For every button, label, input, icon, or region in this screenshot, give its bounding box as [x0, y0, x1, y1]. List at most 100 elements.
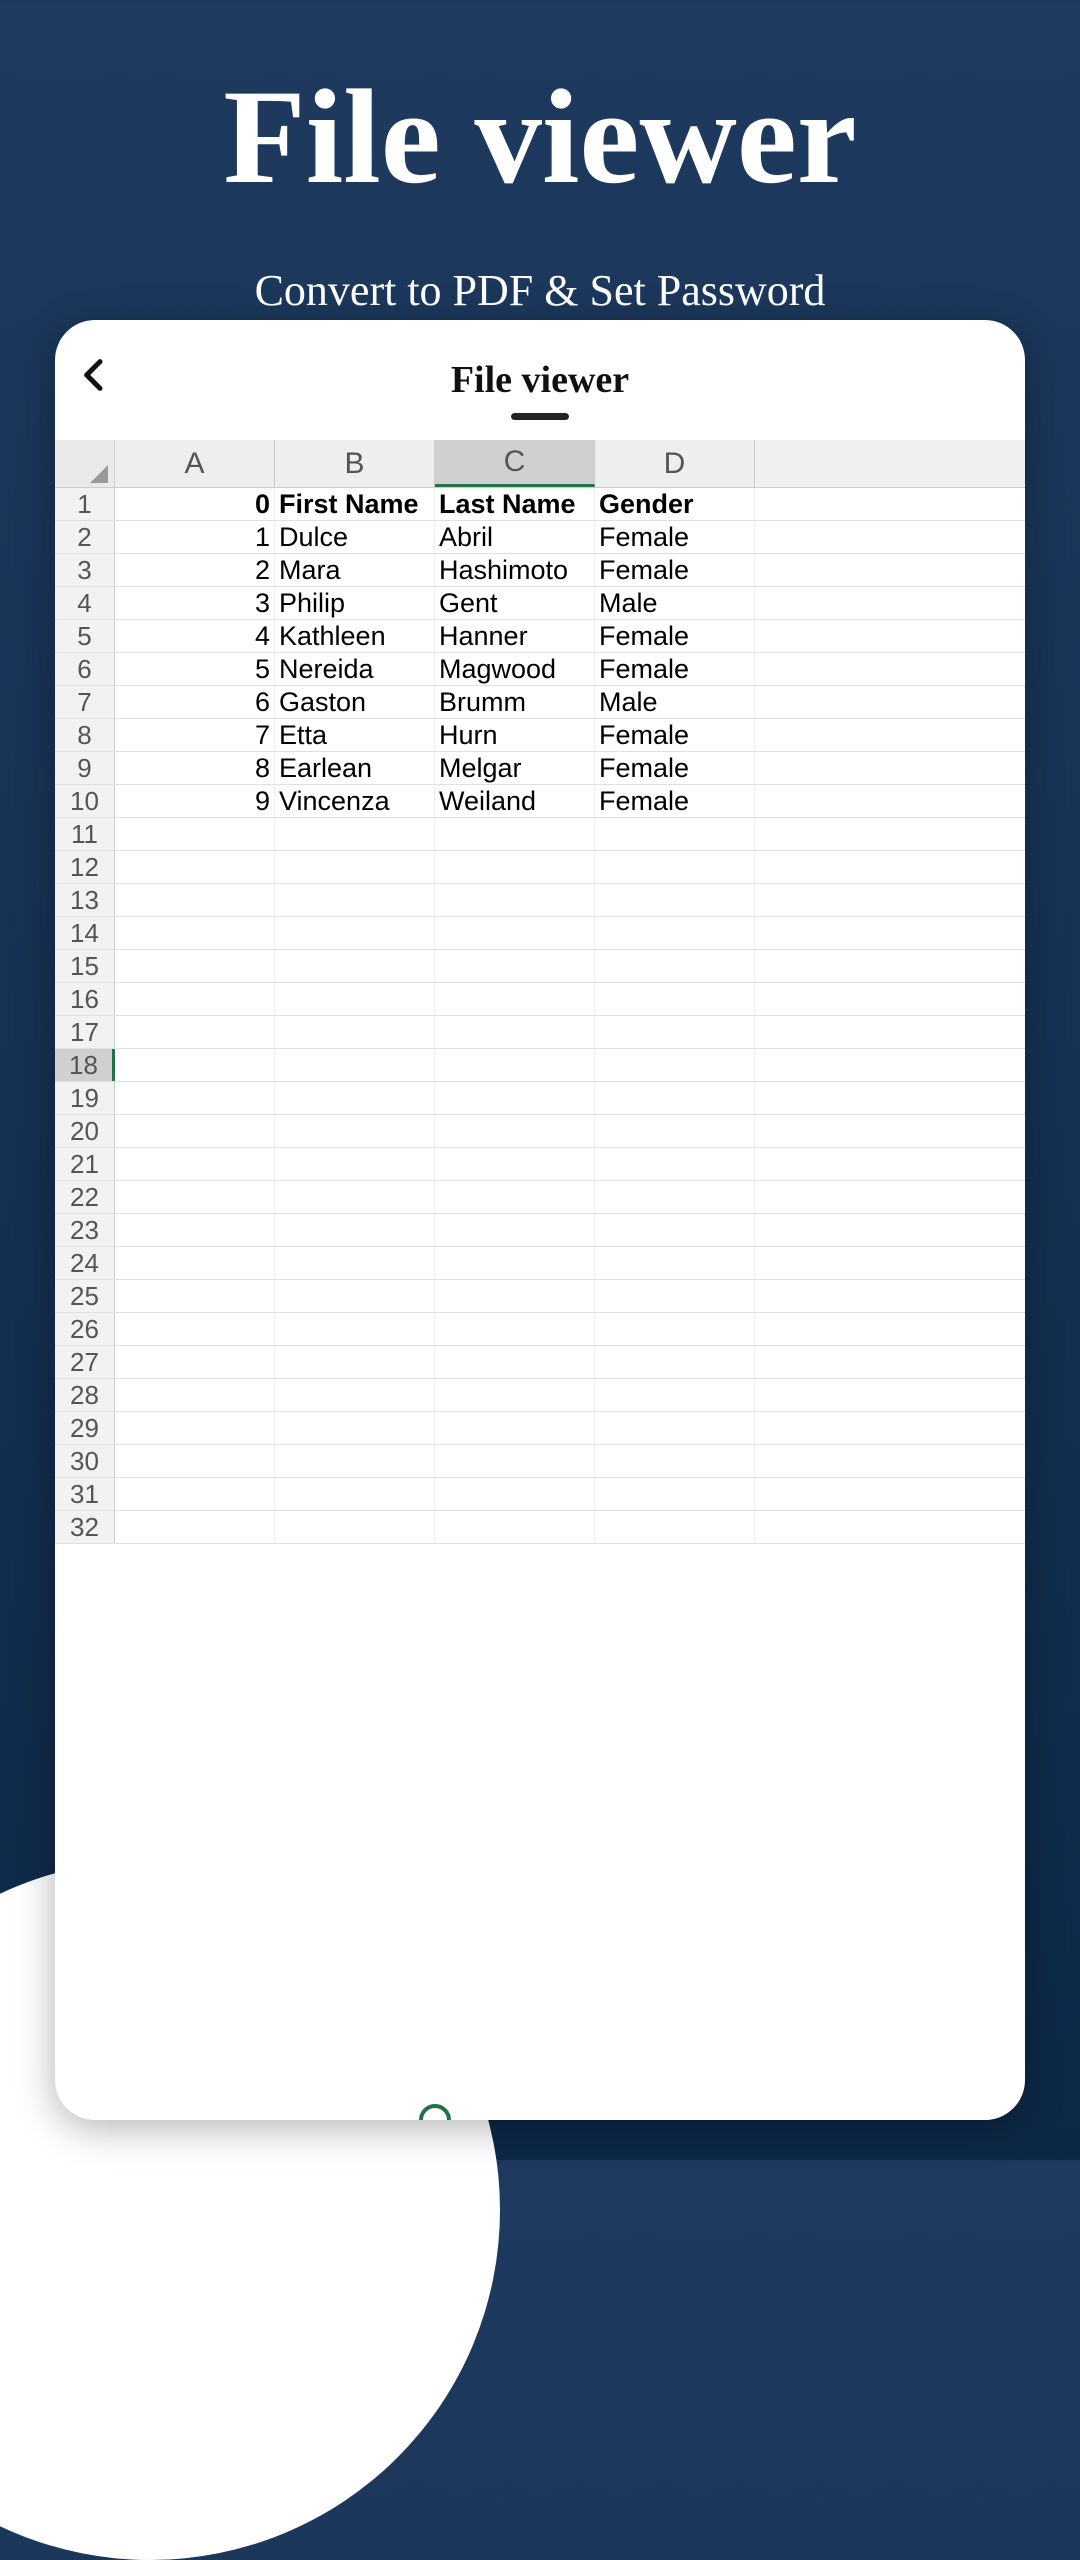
cell[interactable]: [435, 851, 595, 883]
cell[interactable]: [435, 1280, 595, 1312]
column-header-B[interactable]: B: [275, 440, 435, 487]
row-header[interactable]: 11: [55, 818, 115, 850]
cell[interactable]: [275, 851, 435, 883]
cell[interactable]: [595, 950, 755, 982]
cell[interactable]: Nereida: [275, 653, 435, 685]
cell[interactable]: [115, 1379, 275, 1411]
cell[interactable]: [115, 1412, 275, 1444]
cell[interactable]: [595, 983, 755, 1015]
cell[interactable]: Dulce: [275, 521, 435, 553]
cell[interactable]: Female: [595, 719, 755, 751]
cell[interactable]: [115, 950, 275, 982]
cell[interactable]: [435, 1379, 595, 1411]
row-header[interactable]: 13: [55, 884, 115, 916]
cell[interactable]: [595, 1280, 755, 1312]
cell[interactable]: [435, 1445, 595, 1477]
row-header[interactable]: 6: [55, 653, 115, 685]
cell[interactable]: 1: [115, 521, 275, 553]
cell[interactable]: [435, 1412, 595, 1444]
cell[interactable]: Gent: [435, 587, 595, 619]
cell[interactable]: [115, 1445, 275, 1477]
cell[interactable]: [115, 1082, 275, 1114]
cell[interactable]: [115, 1313, 275, 1345]
cell[interactable]: [435, 818, 595, 850]
cell[interactable]: [595, 1115, 755, 1147]
cell[interactable]: [595, 1412, 755, 1444]
selection-handle-start[interactable]: [419, 2104, 451, 2120]
cell[interactable]: [275, 1082, 435, 1114]
cell[interactable]: [115, 1478, 275, 1510]
cell[interactable]: Gender: [595, 488, 755, 520]
cell[interactable]: [275, 1478, 435, 1510]
row-header[interactable]: 19: [55, 1082, 115, 1114]
row-header[interactable]: 22: [55, 1181, 115, 1213]
cell[interactable]: [435, 1214, 595, 1246]
cell[interactable]: [435, 1016, 595, 1048]
column-header-D[interactable]: D: [595, 440, 755, 487]
cell[interactable]: [595, 1016, 755, 1048]
cell[interactable]: [115, 818, 275, 850]
cell[interactable]: [595, 1049, 755, 1081]
cell[interactable]: [595, 1445, 755, 1477]
cell[interactable]: Female: [595, 752, 755, 784]
cell[interactable]: [595, 1181, 755, 1213]
cell[interactable]: [275, 1379, 435, 1411]
row-header[interactable]: 25: [55, 1280, 115, 1312]
cell[interactable]: [435, 1181, 595, 1213]
cell[interactable]: [115, 1280, 275, 1312]
cell[interactable]: [595, 1313, 755, 1345]
cell[interactable]: 7: [115, 719, 275, 751]
cell[interactable]: Female: [595, 653, 755, 685]
row-header[interactable]: 26: [55, 1313, 115, 1345]
cell[interactable]: [275, 1214, 435, 1246]
row-header[interactable]: 21: [55, 1148, 115, 1180]
cell[interactable]: [595, 1214, 755, 1246]
cell[interactable]: [435, 983, 595, 1015]
cell[interactable]: Kathleen: [275, 620, 435, 652]
cell[interactable]: [595, 1478, 755, 1510]
cell[interactable]: [275, 1148, 435, 1180]
cell[interactable]: [595, 917, 755, 949]
cell[interactable]: 5: [115, 653, 275, 685]
cell[interactable]: Male: [595, 686, 755, 718]
cell[interactable]: [435, 1511, 595, 1543]
cell[interactable]: Hashimoto: [435, 554, 595, 586]
cell[interactable]: 2: [115, 554, 275, 586]
cell[interactable]: Etta: [275, 719, 435, 751]
cell[interactable]: [595, 1346, 755, 1378]
row-header[interactable]: 29: [55, 1412, 115, 1444]
row-header[interactable]: 2: [55, 521, 115, 553]
cell[interactable]: [435, 950, 595, 982]
cell[interactable]: Earlean: [275, 752, 435, 784]
row-header[interactable]: 23: [55, 1214, 115, 1246]
cell[interactable]: [275, 884, 435, 916]
cell[interactable]: [275, 1247, 435, 1279]
cell[interactable]: [275, 1313, 435, 1345]
cell[interactable]: [595, 1082, 755, 1114]
cell[interactable]: [275, 1049, 435, 1081]
cell[interactable]: [435, 1346, 595, 1378]
cell[interactable]: [275, 1016, 435, 1048]
cell[interactable]: Gaston: [275, 686, 435, 718]
cell[interactable]: [595, 1511, 755, 1543]
cell[interactable]: [115, 1049, 275, 1081]
back-button[interactable]: [75, 355, 115, 395]
column-header-A[interactable]: A: [115, 440, 275, 487]
cell[interactable]: [275, 1280, 435, 1312]
cell[interactable]: Male: [595, 587, 755, 619]
cell[interactable]: Philip: [275, 587, 435, 619]
cell[interactable]: 6: [115, 686, 275, 718]
cell[interactable]: First Name: [275, 488, 435, 520]
cell[interactable]: [275, 1511, 435, 1543]
cell[interactable]: Vincenza: [275, 785, 435, 817]
cell[interactable]: 8: [115, 752, 275, 784]
cell[interactable]: Female: [595, 521, 755, 553]
cell[interactable]: [115, 1016, 275, 1048]
spreadsheet[interactable]: ABCD 10First NameLast NameGender21DulceA…: [55, 440, 1025, 1544]
cell[interactable]: [115, 1214, 275, 1246]
cell[interactable]: [595, 1148, 755, 1180]
cell[interactable]: Brumm: [435, 686, 595, 718]
row-header[interactable]: 16: [55, 983, 115, 1015]
cell[interactable]: [435, 1049, 595, 1081]
row-header[interactable]: 12: [55, 851, 115, 883]
